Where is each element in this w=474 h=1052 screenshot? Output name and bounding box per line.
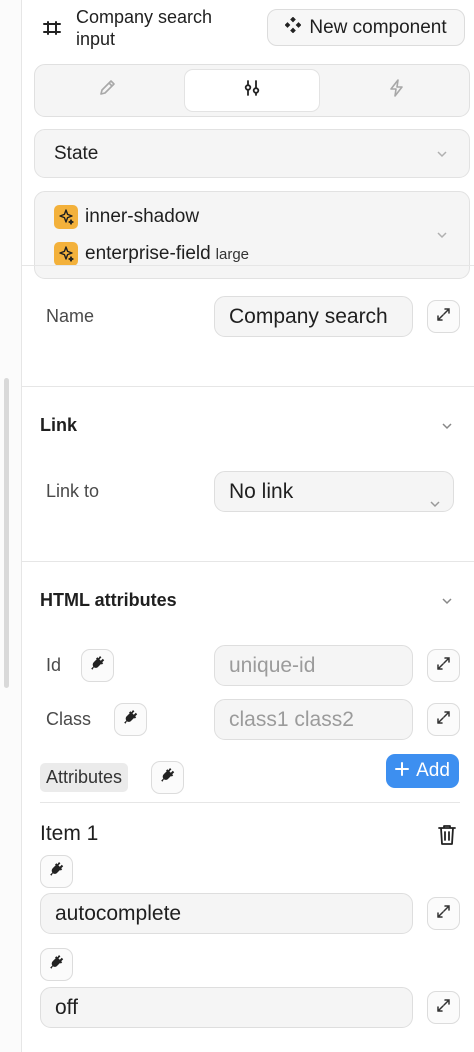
bind-item-value-button[interactable] xyxy=(40,948,73,981)
settings-panel: Company search input New component State… xyxy=(22,0,474,1052)
class-name: enterprise-field xyxy=(85,243,211,264)
plug-icon xyxy=(49,861,65,882)
item-value-input[interactable]: off xyxy=(40,987,413,1028)
chevron-down-icon xyxy=(435,147,449,161)
expand-item-value-button[interactable] xyxy=(427,991,460,1024)
class-chip[interactable]: inner-shadow xyxy=(54,205,199,229)
panel-tabs xyxy=(34,64,470,117)
sparkle-icon xyxy=(54,242,78,266)
class-input[interactable]: class1 class2 xyxy=(214,699,413,740)
expand-class-button[interactable] xyxy=(427,703,460,736)
link-to-value: No link xyxy=(229,480,294,503)
plug-icon xyxy=(123,709,139,730)
chevron-down-icon xyxy=(435,228,449,242)
class-chip[interactable]: enterprise-field large xyxy=(54,242,249,266)
pencil-icon xyxy=(97,78,117,103)
class-name: inner-shadow xyxy=(85,206,200,227)
expand-name-button[interactable] xyxy=(427,300,460,333)
chevron-down-icon xyxy=(428,485,442,508)
new-component-label: New component xyxy=(309,16,447,38)
link-to-label: Link to xyxy=(46,481,100,501)
tab-style[interactable] xyxy=(39,69,175,112)
sliders-icon xyxy=(242,78,262,103)
link-section-title: Link xyxy=(40,415,78,435)
bind-item-key-button[interactable] xyxy=(40,855,73,888)
item-key-input[interactable]: autocomplete xyxy=(40,893,413,934)
expand-id-button[interactable] xyxy=(427,649,460,682)
left-rail xyxy=(0,0,22,1052)
component-icon xyxy=(40,16,64,40)
bind-class-button[interactable] xyxy=(114,703,147,736)
expand-item-key-button[interactable] xyxy=(427,897,460,930)
lightning-icon xyxy=(387,78,407,103)
plug-icon xyxy=(49,954,65,975)
tab-interactions[interactable] xyxy=(329,69,465,112)
expand-icon xyxy=(436,307,451,327)
expand-icon xyxy=(436,656,451,676)
expand-icon xyxy=(436,904,451,924)
id-input[interactable]: unique-id xyxy=(214,645,413,686)
left-scrollbar[interactable] xyxy=(4,378,9,688)
add-attribute-button[interactable]: Add xyxy=(386,754,459,788)
id-label: Id xyxy=(46,655,62,675)
name-label: Name xyxy=(46,306,95,326)
chevron-down-icon[interactable] xyxy=(440,594,454,608)
name-input[interactable]: Company search xyxy=(214,296,413,337)
expand-icon xyxy=(436,710,451,730)
tab-settings[interactable] xyxy=(184,69,320,112)
item-title: Item 1 xyxy=(40,822,99,845)
attributes-label: Attributes xyxy=(40,763,129,792)
link-to-select[interactable]: No link xyxy=(214,471,454,512)
add-label: Add xyxy=(416,760,450,781)
class-modifier: large xyxy=(215,245,250,263)
plug-icon xyxy=(90,655,106,676)
component-title: Company search input xyxy=(76,7,213,49)
class-label: Class xyxy=(46,709,92,729)
plus-icon xyxy=(395,760,410,782)
divider xyxy=(22,561,474,562)
new-component-button[interactable]: New component xyxy=(267,9,465,46)
bind-attributes-button[interactable] xyxy=(151,761,184,794)
divider xyxy=(22,265,474,266)
sparkle-icon xyxy=(54,205,78,229)
expand-icon xyxy=(436,998,451,1018)
state-dropdown[interactable]: State xyxy=(34,129,470,178)
html-attributes-title: HTML attributes xyxy=(40,590,177,610)
divider xyxy=(40,802,460,803)
divider xyxy=(22,386,474,387)
bind-id-button[interactable] xyxy=(81,649,114,682)
state-label: State xyxy=(54,143,99,164)
diamond-cluster-icon xyxy=(285,16,302,39)
plug-icon xyxy=(160,767,176,788)
chevron-down-icon[interactable] xyxy=(440,419,454,433)
trash-icon[interactable] xyxy=(436,823,458,847)
